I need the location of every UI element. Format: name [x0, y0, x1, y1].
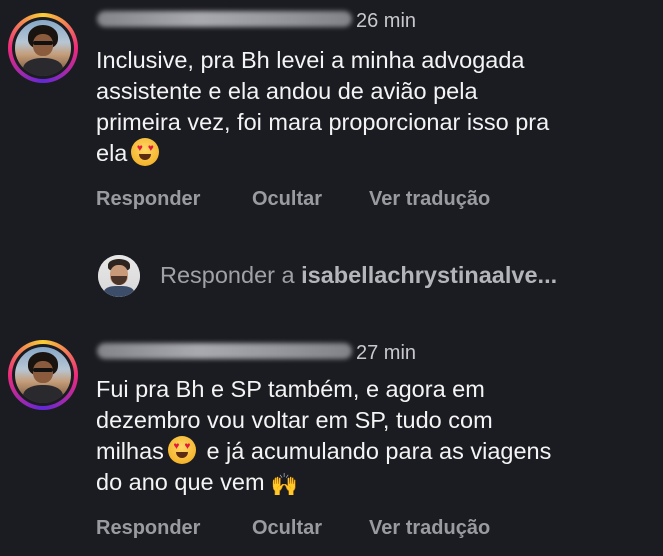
username-blurred[interactable]	[97, 343, 352, 359]
translate-button[interactable]: Ver tradução	[369, 188, 490, 211]
comment-text: Fui pra Bh e SP também, e agora em dezem…	[96, 374, 551, 500]
avatar	[15, 20, 71, 76]
heart-eyes-emoji: ♥ ♥	[167, 436, 196, 464]
reply-button[interactable]: Responder	[96, 517, 200, 540]
comment-text: Inclusive, pra Bh levei a minha advogada…	[96, 47, 550, 166]
translate-button[interactable]: Ver tradução	[369, 517, 490, 540]
username-blurred[interactable]	[97, 11, 352, 27]
raising-hands-emoji: 🙌	[270, 472, 298, 497]
reply-button[interactable]: Responder	[96, 188, 200, 211]
avatar	[15, 347, 71, 403]
comment-time: 26 min	[356, 10, 417, 32]
story-ring-avatar[interactable]	[8, 340, 78, 410]
heart-eyes-emoji: ♥ ♥	[131, 138, 160, 166]
story-ring-avatar[interactable]	[8, 13, 78, 83]
hide-button[interactable]: Ocultar	[252, 517, 322, 540]
reply-placeholder[interactable]: Responder a isabellachrystinaalve...	[160, 262, 557, 289]
hide-button[interactable]: Ocultar	[252, 188, 322, 211]
current-user-avatar	[98, 255, 140, 297]
reply-username: isabellachrystinaalve...	[301, 262, 558, 288]
comment-time: 27 min	[356, 342, 417, 364]
